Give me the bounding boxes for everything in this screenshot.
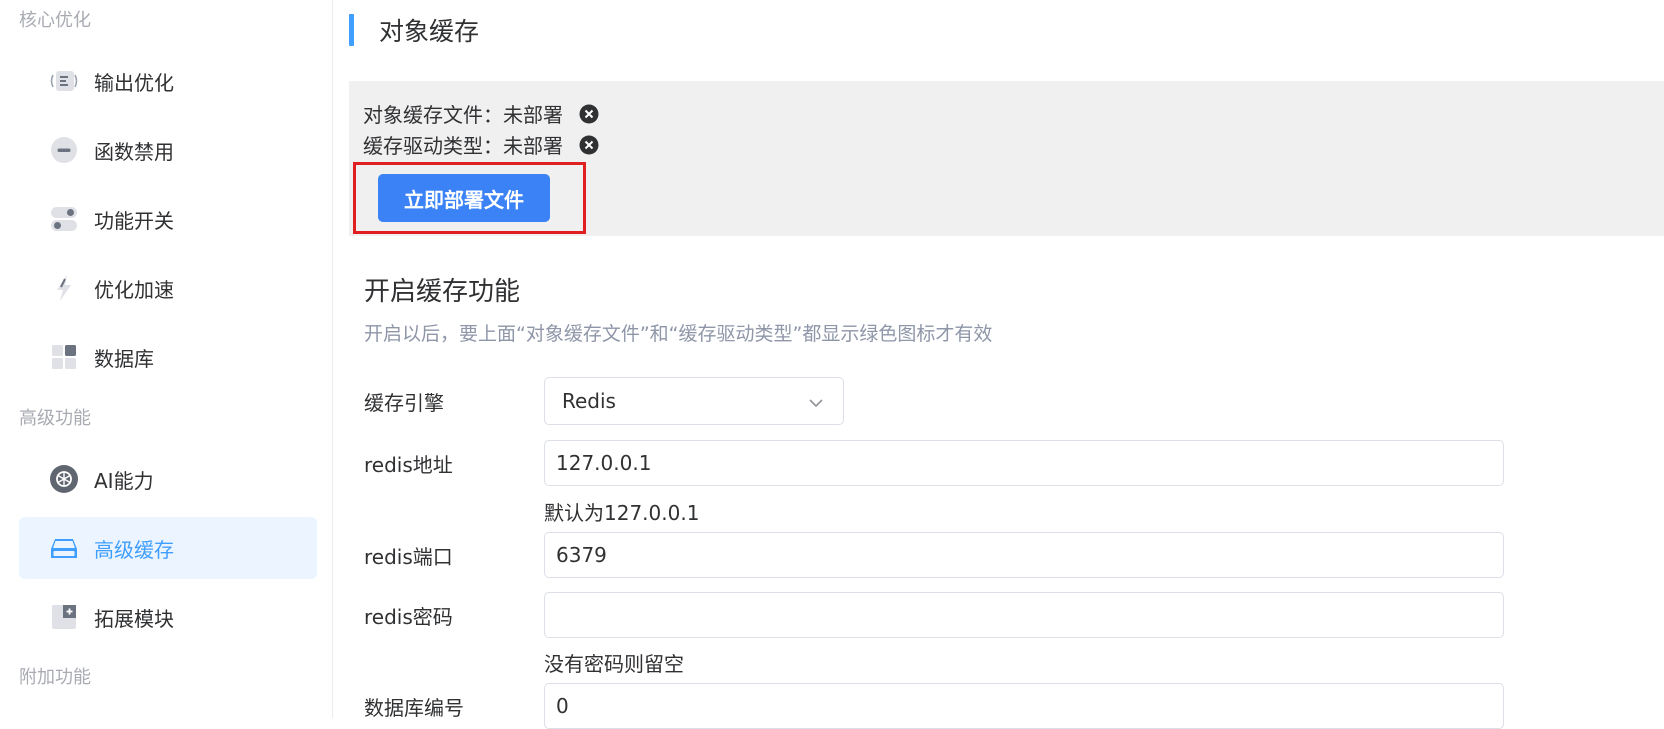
db-number-label: 数据库编号 — [364, 696, 464, 720]
port-label: redis端口 — [364, 545, 453, 569]
host-label: redis地址 — [364, 453, 453, 477]
sidebar-item-function-disable[interactable]: 函数禁用 — [19, 119, 317, 181]
status-driver-label: 缓存驱动类型：未部署 — [363, 134, 563, 158]
output-optimize-icon — [49, 66, 79, 96]
section-label-core: 核心优化 — [19, 10, 91, 31]
error-x-icon — [579, 135, 599, 155]
sidebar-item-label: 函数禁用 — [94, 139, 174, 164]
ai-icon — [49, 464, 79, 494]
engine-select[interactable]: Redis — [544, 377, 844, 425]
lightning-icon — [49, 273, 79, 303]
engine-label: 缓存引擎 — [364, 391, 444, 415]
title-accent-bar — [349, 14, 354, 46]
redis-host-input[interactable] — [544, 440, 1504, 486]
section-label-addon: 附加功能 — [19, 667, 91, 688]
redis-port-input[interactable] — [544, 532, 1504, 578]
sidebar-item-output-optimize[interactable]: 输出优化 — [19, 50, 317, 112]
sidebar-item-label: 优化加速 — [94, 277, 174, 302]
sidebar: 核心优化 输出优化 函数禁用 功能开关 优化加速 数据库 高级功能 AI能力 高… — [0, 0, 333, 718]
status-panel: 对象缓存文件：未部署 缓存驱动类型：未部署 立即部署文件 — [349, 81, 1664, 236]
status-file: 对象缓存文件：未部署 — [363, 99, 599, 128]
section-description: 开启以后，要上面“对象缓存文件”和“缓存驱动类型”都显示绿色图标才有效 — [364, 323, 993, 345]
sidebar-item-label: 数据库 — [94, 346, 154, 371]
cache-icon — [49, 533, 79, 563]
sidebar-item-extension[interactable]: 拓展模块 — [19, 586, 317, 648]
sidebar-item-advanced-cache[interactable]: 高级缓存 — [19, 517, 317, 579]
password-help-text: 没有密码则留空 — [544, 652, 684, 676]
sidebar-item-database[interactable]: 数据库 — [19, 326, 317, 388]
password-label: redis密码 — [364, 605, 453, 629]
sidebar-item-speed-up[interactable]: 优化加速 — [19, 257, 317, 319]
extension-icon — [49, 602, 79, 632]
redis-password-input[interactable] — [544, 592, 1504, 638]
sidebar-item-label: 功能开关 — [94, 208, 174, 233]
chevron-down-icon — [807, 393, 825, 411]
sidebar-item-label: 拓展模块 — [94, 606, 174, 631]
sidebar-item-label: 输出优化 — [94, 70, 174, 95]
toggle-icon — [49, 204, 79, 234]
database-grid-icon — [49, 342, 79, 372]
sidebar-item-ai[interactable]: AI能力 — [19, 448, 317, 510]
section-label-advanced: 高级功能 — [19, 408, 91, 429]
status-driver: 缓存驱动类型：未部署 — [363, 130, 599, 159]
host-help-text: 默认为127.0.0.1 — [544, 501, 700, 525]
page-title: 对象缓存 — [379, 17, 480, 46]
error-x-icon — [579, 104, 599, 124]
sidebar-item-label: AI能力 — [94, 468, 154, 493]
main-content: 对象缓存 对象缓存文件：未部署 缓存驱动类型：未部署 立即部署文件 开启缓存功能 — [334, 0, 1664, 729]
section-title: 开启缓存功能 — [364, 277, 521, 307]
engine-select-value: Redis — [562, 389, 616, 413]
minus-circle-icon — [49, 135, 79, 165]
db-number-input[interactable] — [544, 683, 1504, 729]
highlight-box — [353, 162, 586, 234]
status-file-label: 对象缓存文件：未部署 — [363, 103, 563, 127]
sidebar-item-feature-switch[interactable]: 功能开关 — [19, 188, 317, 250]
sidebar-item-label: 高级缓存 — [94, 537, 174, 562]
